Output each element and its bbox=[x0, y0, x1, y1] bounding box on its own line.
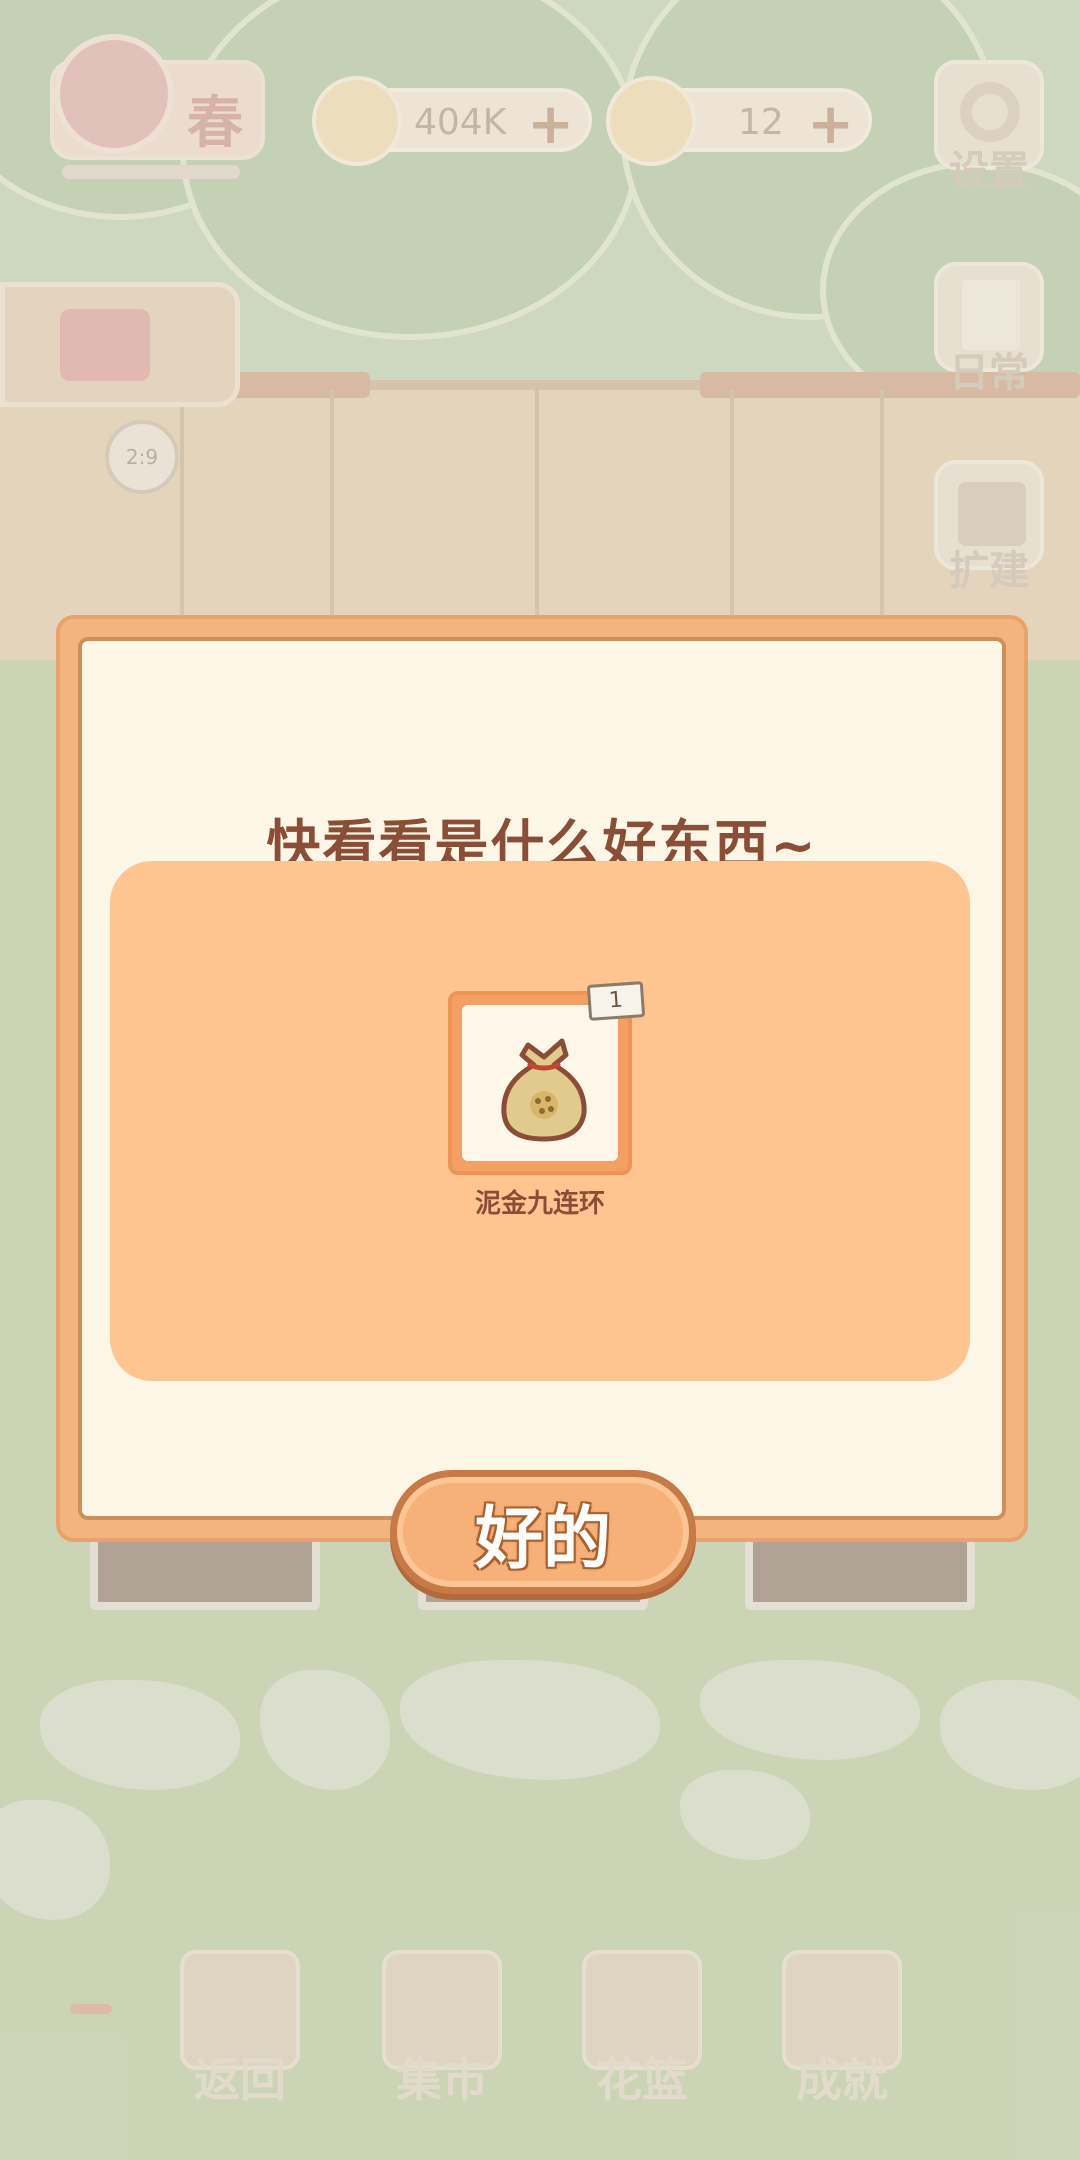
reward-panel: 1 泥金九连环 bbox=[110, 861, 970, 1381]
reward-item-name: 泥金九连环 bbox=[474, 1189, 605, 1219]
reward-item-frame bbox=[462, 1005, 618, 1161]
confirm-button[interactable]: 好的 bbox=[390, 1470, 696, 1594]
seed-sack-icon bbox=[501, 1038, 587, 1142]
reward-dialog-body: 快看看是什么好东西~ 1 泥金九连环 bbox=[78, 637, 1006, 1520]
reward-item-slot[interactable]: 1 bbox=[448, 981, 646, 1175]
reward-quantity-tag: 1 bbox=[586, 981, 646, 1021]
reward-dialog: 快看看是什么好东西~ 1 泥金九连环 bbox=[56, 615, 1028, 1542]
confirm-button-label: 好的 bbox=[474, 1499, 611, 1579]
